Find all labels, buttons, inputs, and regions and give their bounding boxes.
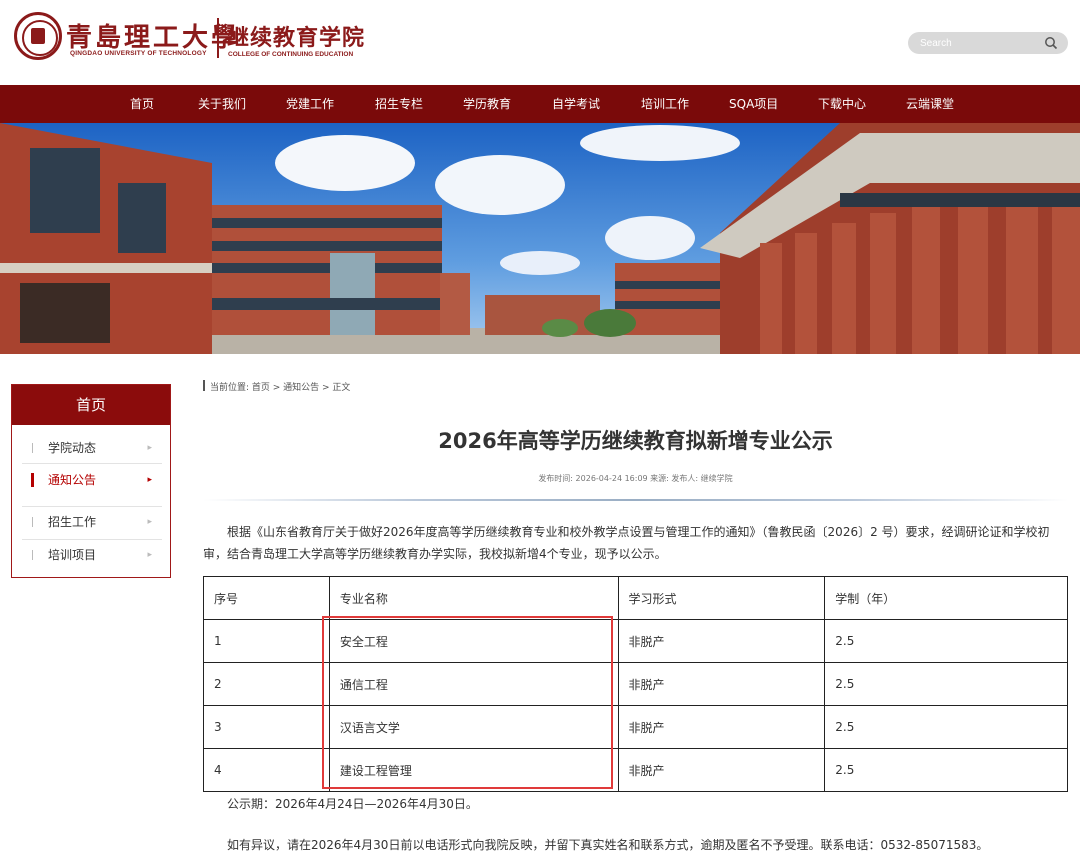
table-cell: 非脱产 — [617, 662, 826, 706]
notice-objection: 如有异议，请在2026年4月30日前以电话形式向我院反映，并留下真实姓名和联系方… — [227, 838, 989, 851]
sidebar-item-marker — [32, 550, 33, 560]
search-icon[interactable] — [1044, 36, 1058, 50]
article-meta: 发布时间: 2026-04-24 16:09 来源: 发布人: 继续学院 — [538, 474, 733, 483]
nav-item-home[interactable]: 首页 — [130, 85, 154, 123]
breadcrumb: 当前位置: 首页 > 通知公告 > 正文 — [210, 383, 351, 393]
sidebar-item-admission[interactable]: 招生工作 ▸ — [12, 506, 170, 538]
article-paragraph: 根据《山东省教育厅关于做好2026年度高等学历继续教育专业和校外教学点设置与管理… — [203, 525, 1050, 561]
sidebar-item-label: 学院动态 — [48, 441, 97, 455]
nav-item-degree-education[interactable]: 学历教育 — [463, 85, 511, 123]
nav-item-about[interactable]: 关于我们 — [198, 85, 246, 123]
university-name-en: QINGDAO UNIVERSITY OF TECHNOLOGY — [70, 50, 207, 57]
sidebar-item-training[interactable]: 培训项目 ▸ — [12, 539, 170, 571]
campus-photo — [0, 123, 1080, 354]
table-cell: 2.5 — [824, 662, 1068, 706]
highlight-box — [322, 616, 613, 789]
table-cell: 2.5 — [824, 748, 1068, 792]
sidebar: 首页 学院动态 ▸ 通知公告 ▸ 招生工作 ▸ 培训项目 ▸ — [11, 384, 171, 578]
nav-item-party[interactable]: 党建工作 — [286, 85, 334, 123]
sidebar-item-marker — [32, 443, 33, 453]
divider-accent — [203, 499, 1068, 501]
site-header: 青島理工大學 QINGDAO UNIVERSITY OF TECHNOLOGY … — [0, 0, 1080, 85]
table-header-cell: 专业名称 — [328, 576, 619, 620]
table-cell: 非脱产 — [617, 619, 826, 663]
table-cell: 非脱产 — [617, 748, 826, 792]
nav-item-self-study-exam[interactable]: 自学考试 — [552, 85, 600, 123]
campus-banner-image — [0, 123, 1080, 354]
sidebar-item-marker — [31, 473, 34, 487]
table-header-row: 序号 专业名称 学习形式 学制（年） — [203, 576, 1068, 620]
table-cell: 4 — [203, 748, 330, 792]
sidebar-item-label: 培训项目 — [48, 548, 97, 562]
college-name-en: COLLEGE OF CONTINUING EDUCATION — [228, 51, 354, 58]
logo-divider — [217, 18, 219, 58]
search-input[interactable] — [920, 35, 1040, 51]
nav-item-sqa[interactable]: SQA项目 — [729, 85, 778, 123]
nav-item-cloud-class[interactable]: 云端课堂 — [906, 85, 954, 123]
table-cell: 非脱产 — [617, 705, 826, 749]
search-box — [908, 32, 1068, 54]
notice-period: 公示期：2026年4月24日—2026年4月30日。 — [227, 797, 478, 811]
breadcrumb-marker — [203, 380, 205, 391]
table-header-cell: 序号 — [203, 576, 330, 620]
sidebar-item-news[interactable]: 学院动态 ▸ — [12, 432, 170, 464]
table-header-cell: 学习形式 — [617, 576, 826, 620]
table-cell: 2.5 — [824, 705, 1068, 749]
sidebar-item-notices[interactable]: 通知公告 ▸ — [12, 464, 170, 496]
nav-item-admission[interactable]: 招生专栏 — [375, 85, 423, 123]
chevron-right-icon: ▸ — [147, 443, 152, 453]
main-nav: 首页 关于我们 党建工作 招生专栏 学历教育 自学考试 培训工作 SQA项目 下… — [0, 85, 1080, 123]
college-name-cn[interactable]: 继续教育学院 — [227, 20, 365, 52]
table-header-cell: 学制（年） — [824, 576, 1068, 620]
nav-item-training[interactable]: 培训工作 — [641, 85, 689, 123]
university-name-cn[interactable]: 青島理工大學 — [66, 17, 240, 54]
sidebar-item-label: 通知公告 — [48, 473, 97, 487]
table-cell: 2 — [203, 662, 330, 706]
table-cell: 1 — [203, 619, 330, 663]
article-title: 2026年高等学历继续教育拟新增专业公示 — [438, 429, 833, 453]
sidebar-item-marker — [32, 517, 33, 527]
university-seal-logo[interactable] — [14, 12, 62, 60]
chevron-right-icon: ▸ — [147, 517, 152, 527]
chevron-right-icon: ▸ — [147, 550, 152, 560]
chevron-right-icon: ▸ — [147, 475, 152, 485]
sidebar-title[interactable]: 首页 — [12, 385, 170, 425]
table-cell: 3 — [203, 705, 330, 749]
table-cell: 2.5 — [824, 619, 1068, 663]
sidebar-item-label: 招生工作 — [48, 515, 97, 529]
nav-item-downloads[interactable]: 下载中心 — [818, 85, 866, 123]
